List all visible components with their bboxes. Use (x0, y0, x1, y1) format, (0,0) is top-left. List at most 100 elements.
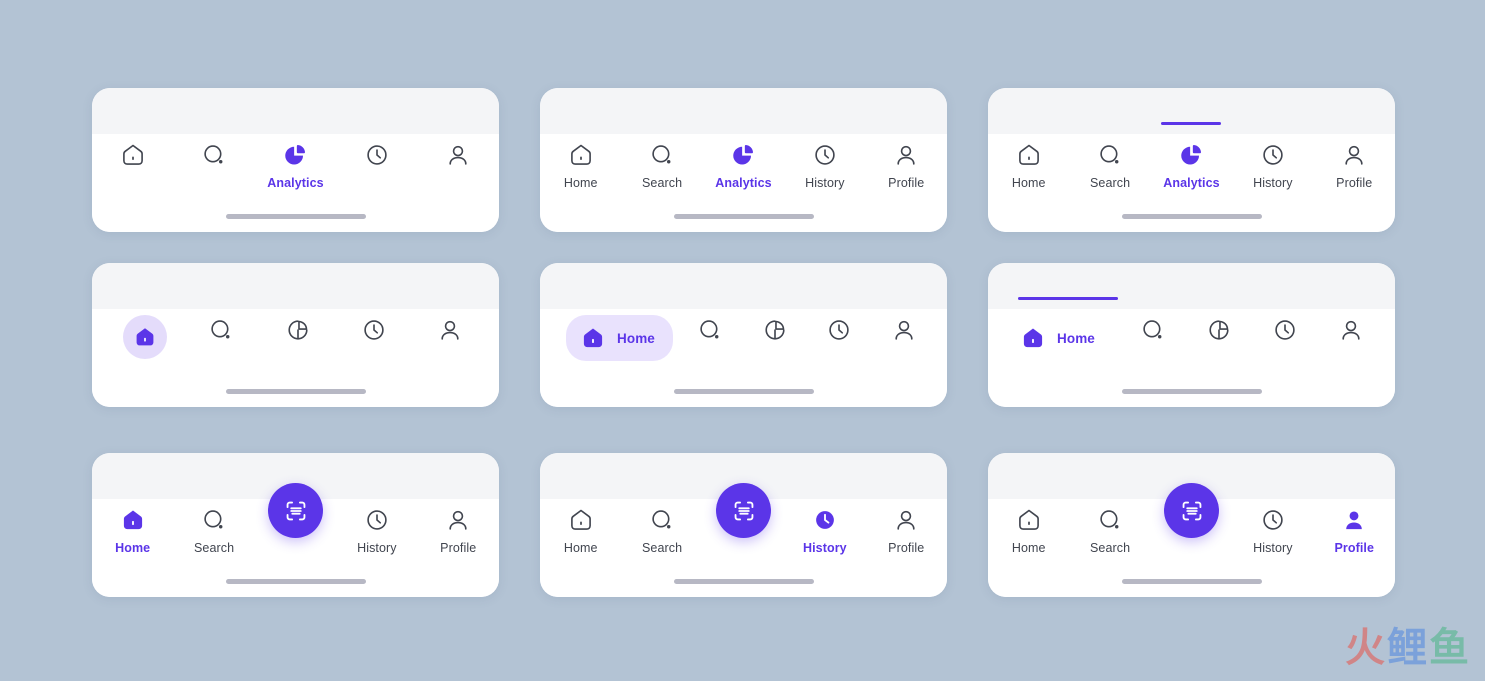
home-filled-icon (123, 315, 168, 359)
nav-item-profile[interactable]: Profile (425, 505, 491, 555)
nav-item-label: Search (193, 541, 235, 555)
analytics-pie-outline-icon (283, 315, 313, 345)
nav-item-home[interactable]: Home (548, 505, 614, 555)
nav-item-label: Analytics (715, 176, 772, 190)
home-icon (566, 140, 596, 170)
nav-item-label: Analytics (267, 176, 324, 190)
nav-item-label: History (802, 541, 847, 555)
nav-item-analytics[interactable]: Analytics (262, 140, 328, 190)
nav-item-home[interactable] (100, 140, 166, 170)
history-clock-icon (824, 315, 854, 345)
nav-item-history[interactable] (818, 315, 861, 345)
nav-item-history[interactable] (344, 140, 410, 170)
nav-item-home[interactable]: Home (996, 505, 1062, 555)
nav-item-profile[interactable] (882, 315, 925, 345)
card-pill-home: Home (540, 263, 947, 407)
nav-item-analytics[interactable] (270, 315, 324, 345)
history-clock-icon (362, 140, 392, 170)
nav-item-profile[interactable]: Profile (873, 140, 939, 190)
nav-item-profile[interactable]: Profile (873, 505, 939, 555)
nav-item-label: Home (1011, 541, 1046, 555)
analytics-pie-icon (728, 140, 758, 170)
nav-item-search[interactable] (689, 315, 732, 345)
search-icon (199, 140, 229, 170)
nav-item-analytics[interactable]: Analytics (710, 140, 776, 190)
nav-item-home[interactable]: Home (1014, 297, 1118, 361)
home-icon (1014, 505, 1044, 535)
home-filled-icon (578, 323, 608, 353)
home-indicator-bar (1121, 389, 1262, 394)
nav-item-label: Search (641, 541, 683, 555)
home-indicator-bar (673, 214, 814, 219)
history-clock-icon (1270, 315, 1300, 345)
card-status-area (92, 263, 499, 309)
history-clock-icon (359, 315, 389, 345)
nav-item-home[interactable]: Home (566, 315, 673, 361)
profile-person-icon (1339, 140, 1369, 170)
nav-item-history[interactable]: History (344, 505, 410, 555)
nav-item-label: Home (617, 330, 655, 346)
nav-item-profile[interactable] (1329, 315, 1373, 345)
nav-item-search[interactable]: Search (1077, 140, 1143, 190)
nav-item-home[interactable]: Home (100, 505, 166, 555)
card-pill-home-indicator: Home (988, 263, 1395, 407)
nav-item-search[interactable] (181, 140, 247, 170)
nav-item-history[interactable] (1263, 315, 1307, 345)
card-status-area (92, 88, 499, 134)
nav-item-home[interactable]: Home (548, 140, 614, 190)
history-clock-icon (362, 505, 392, 535)
nav-item-search[interactable]: Search (629, 505, 695, 555)
nav-item-search[interactable]: Search (181, 505, 247, 555)
nav-item-analytics[interactable] (1197, 315, 1241, 345)
nav-item-label: Analytics (1163, 176, 1220, 190)
search-icon (1138, 315, 1168, 345)
nav-item-profile[interactable] (425, 140, 491, 170)
scan-fab-button[interactable] (268, 483, 324, 538)
history-clock-icon (810, 140, 840, 170)
nav-item-label: History (1253, 176, 1293, 190)
nav-item-history[interactable]: History (1240, 505, 1306, 555)
nav-item-search[interactable]: Search (1077, 505, 1143, 555)
nav-item-label: History (805, 176, 845, 190)
nav-item-label: Search (1089, 176, 1131, 190)
card-status-area (988, 88, 1395, 134)
nav-item-home[interactable] (118, 315, 172, 359)
nav-item-label: Home (115, 541, 151, 555)
card-status-area (540, 88, 947, 134)
nav-item-history[interactable] (347, 315, 401, 345)
scan-icon (731, 498, 757, 524)
home-indicator-bar (673, 579, 814, 584)
nav-item-history[interactable]: History (792, 140, 858, 190)
nav-item-profile[interactable]: Profile (1321, 140, 1387, 190)
profile-person-icon (435, 315, 465, 345)
search-icon (647, 140, 677, 170)
search-icon (647, 505, 677, 535)
search-icon (1095, 140, 1125, 170)
nav-item-search[interactable]: Search (629, 140, 695, 190)
nav-item-search[interactable] (194, 315, 248, 345)
nav-item-history[interactable]: History (792, 505, 858, 555)
nav-item-label: Home (563, 176, 598, 190)
nav-item-label: Profile (440, 541, 477, 555)
nav-item-profile[interactable]: Profile (1321, 505, 1387, 555)
nav-item-profile[interactable] (423, 315, 477, 345)
scan-fab-button[interactable] (1164, 483, 1220, 538)
home-indicator-bar (1121, 214, 1262, 219)
scan-icon (283, 498, 309, 524)
nav-item-analytics[interactable]: Analytics (1158, 122, 1224, 190)
nav-item-home[interactable]: Home (996, 140, 1062, 190)
home-icon (118, 140, 148, 170)
nav-item-history[interactable]: History (1240, 140, 1306, 190)
home-indicator-bar (225, 214, 366, 219)
scan-fab-button[interactable] (716, 483, 772, 538)
nav-item-analytics[interactable] (753, 315, 796, 345)
analytics-pie-outline-icon (760, 315, 790, 345)
nav-item-search[interactable] (1131, 315, 1175, 345)
profile-person-icon (443, 140, 473, 170)
watermark-char-2: 鲤 (1387, 625, 1429, 671)
analytics-pie-icon (1176, 140, 1206, 170)
card-status-area (540, 263, 947, 309)
nav-item-label: Search (1089, 541, 1131, 555)
search-icon (199, 505, 229, 535)
profile-person-icon (891, 140, 921, 170)
